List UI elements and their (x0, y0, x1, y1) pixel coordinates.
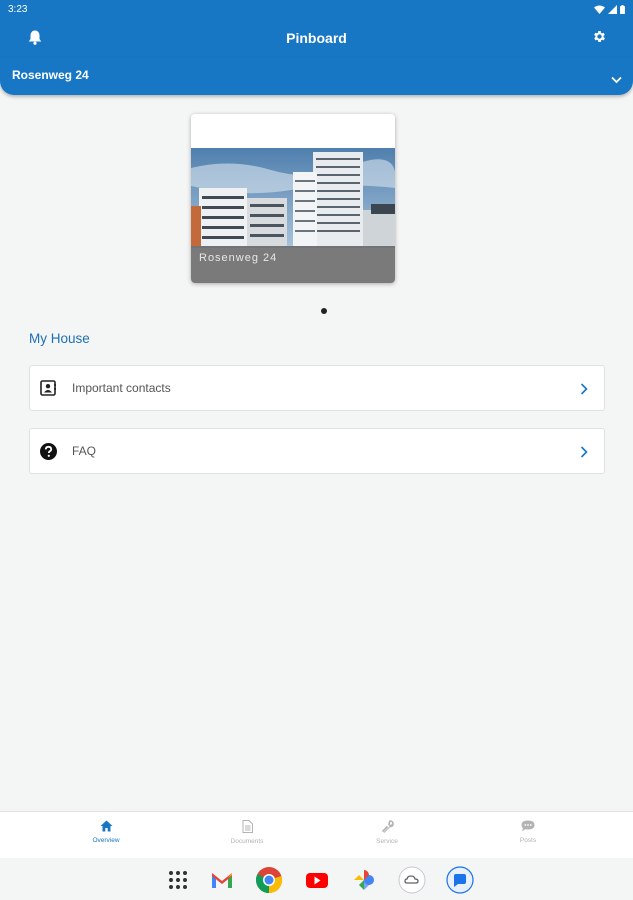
app-drawer-icon[interactable] (164, 866, 192, 894)
chevron-right-icon (580, 382, 588, 400)
document-icon (242, 820, 253, 833)
chat-icon (521, 820, 535, 832)
contact-card-icon (40, 380, 56, 401)
important-contacts-label: Important contacts (72, 381, 171, 395)
gear-icon[interactable] (592, 29, 607, 49)
property-name: Rosenweg 24 (12, 68, 89, 82)
section-title: My House (29, 331, 90, 346)
nav-posts-label: Posts (519, 837, 537, 844)
signal-icon (608, 4, 617, 14)
nav-service[interactable]: Service (342, 820, 432, 845)
bottom-nav: Overview Documents Service Posts (0, 811, 633, 858)
system-dock (0, 858, 633, 900)
status-icons (594, 4, 625, 14)
important-contacts-row[interactable]: Important contacts (29, 365, 605, 411)
property-selector[interactable]: Rosenweg 24 (0, 57, 633, 95)
app-bar: Pinboard (0, 18, 633, 58)
messages-icon[interactable] (446, 866, 474, 894)
nav-service-label: Service (376, 838, 398, 845)
chrome-icon[interactable] (255, 866, 283, 894)
carousel-indicator[interactable] (321, 308, 327, 314)
home-icon (100, 820, 112, 832)
bell-icon[interactable] (28, 30, 42, 50)
page-title: Pinboard (286, 30, 347, 46)
property-card[interactable]: Rosenweg 24 (191, 114, 395, 283)
wifi-icon (594, 5, 605, 14)
gmail-icon[interactable] (208, 866, 236, 894)
nav-overview[interactable]: Overview (61, 820, 151, 844)
nav-overview-label: Overview (92, 837, 120, 844)
cloud-app-icon[interactable] (398, 866, 426, 894)
photos-icon[interactable] (350, 866, 378, 894)
property-card-label: Rosenweg 24 (199, 252, 278, 264)
faq-label: FAQ (72, 444, 97, 458)
faq-row[interactable]: FAQ (29, 428, 605, 474)
status-bar: 3:23 (0, 0, 633, 18)
status-time: 3:23 (8, 3, 28, 15)
nav-documents[interactable]: Documents (202, 820, 292, 845)
battery-icon (620, 4, 625, 14)
question-circle-icon (40, 443, 57, 465)
chevron-right-icon (580, 445, 588, 463)
chevron-down-icon[interactable] (611, 71, 622, 89)
nav-posts[interactable]: Posts (483, 820, 573, 844)
nav-documents-label: Documents (230, 838, 264, 845)
youtube-icon[interactable] (303, 866, 331, 894)
wrench-icon (381, 820, 394, 833)
